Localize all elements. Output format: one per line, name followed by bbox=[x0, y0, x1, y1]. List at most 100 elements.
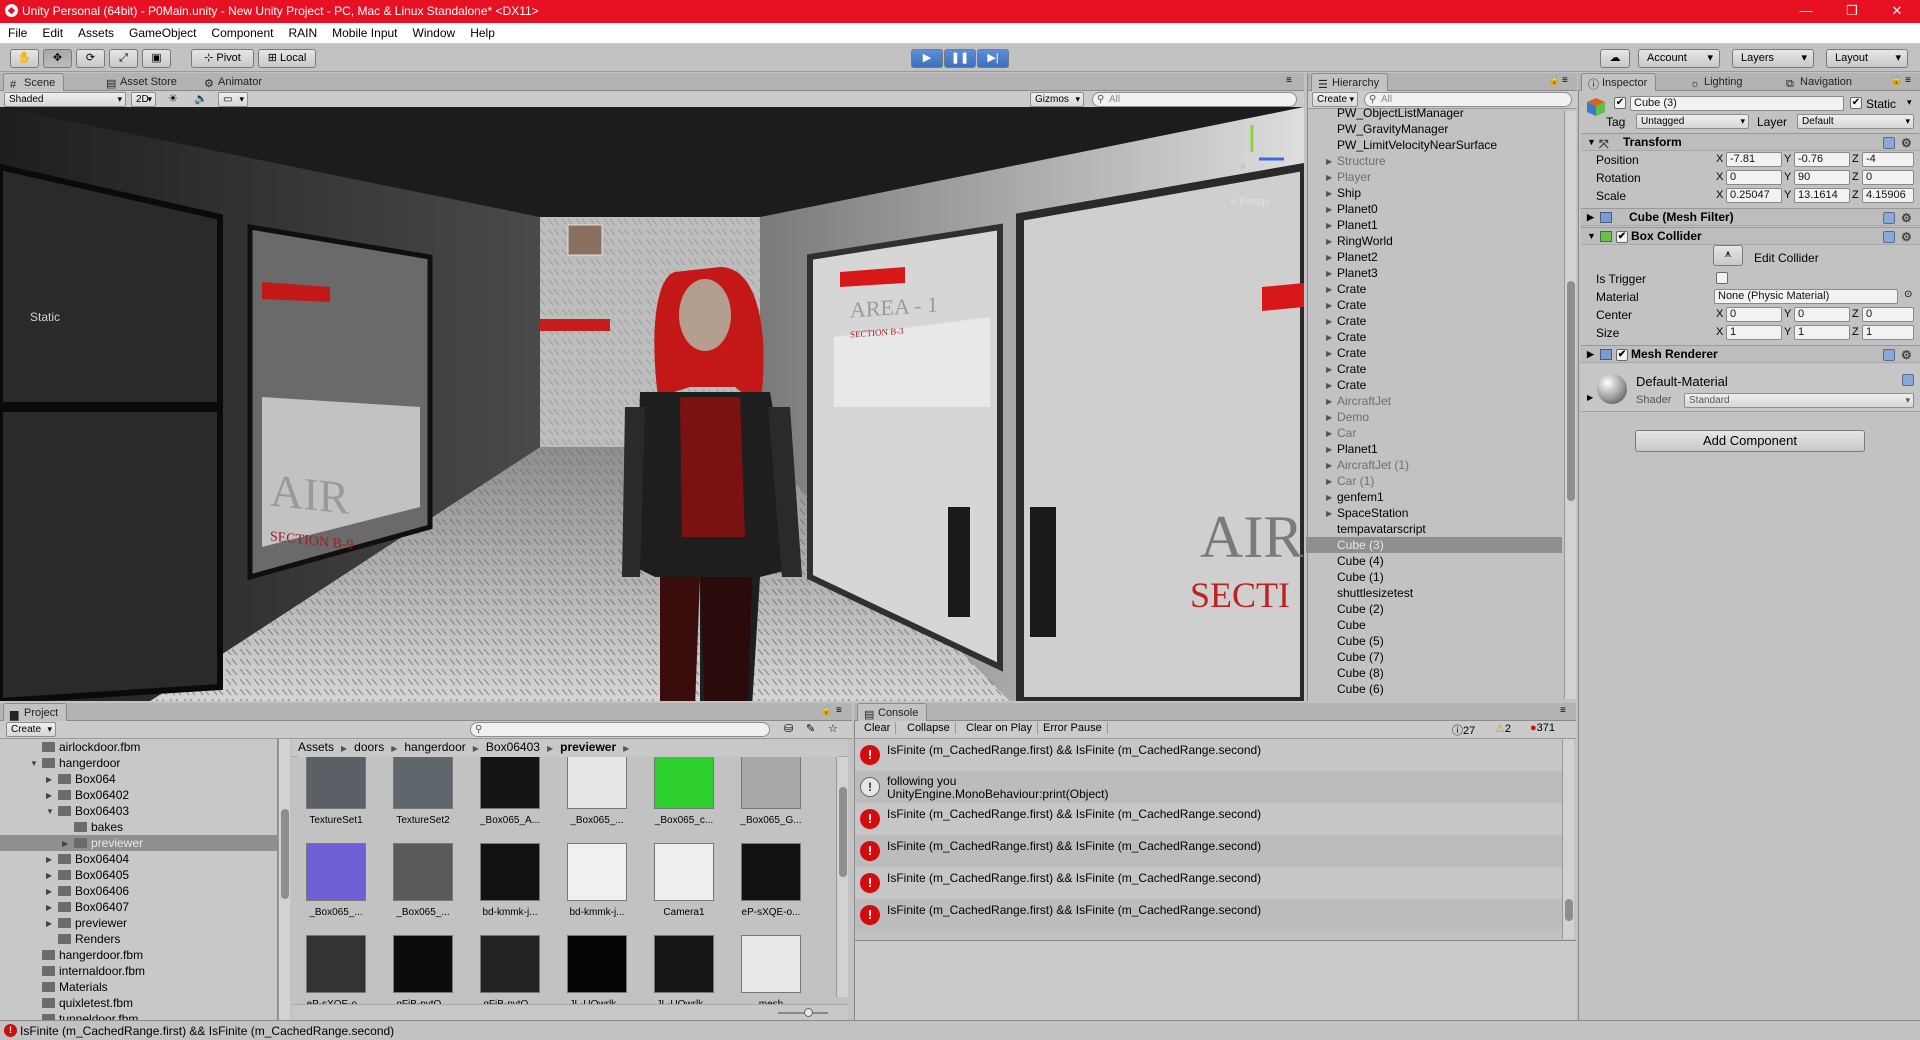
box-collider-enabled-checkbox[interactable]: ✔ bbox=[1616, 231, 1628, 243]
gear-icon[interactable]: ⚙ bbox=[1901, 347, 1912, 364]
tab-animator[interactable]: ⚙ Animator bbox=[198, 73, 270, 91]
foldout-closed-icon[interactable]: ▶ bbox=[1326, 253, 1332, 262]
console-log-row[interactable]: ! following you UnityEngine.MonoBehaviour:… bbox=[855, 771, 1562, 803]
folder-tree-item[interactable]: internaldoor.fbm bbox=[42, 963, 145, 979]
pause-button[interactable]: ❚❚ bbox=[944, 49, 976, 68]
hierarchy-item[interactable]: Planet1 bbox=[1337, 441, 1587, 457]
foldout-closed-icon[interactable]: ▶ bbox=[1326, 477, 1332, 486]
tree-scrollbar[interactable] bbox=[278, 739, 290, 1020]
play-button[interactable]: ▶ bbox=[911, 49, 943, 68]
foldout-closed-icon[interactable]: ▶ bbox=[1326, 509, 1332, 518]
asset-item[interactable]: _Box065_A... bbox=[470, 757, 550, 843]
effects-dropdown[interactable]: ▭ bbox=[218, 92, 248, 107]
hierarchy-item[interactable]: PW_LimitVelocityNearSurface bbox=[1337, 137, 1587, 153]
add-component-button[interactable]: Add Component bbox=[1635, 430, 1865, 452]
box-collider-header[interactable]: ▼ ✔ Box Collider ⚙ bbox=[1581, 227, 1920, 245]
rotate-tool-icon[interactable]: ⟳ bbox=[76, 49, 105, 68]
foldout-closed-icon[interactable]: ▶ bbox=[1326, 381, 1332, 390]
scale-y-field[interactable]: 13.1614 bbox=[1794, 188, 1850, 203]
hierarchy-item[interactable]: Cube (1) bbox=[1337, 569, 1587, 585]
layout-dropdown[interactable]: Layout ▾ bbox=[1826, 49, 1908, 68]
foldout-closed-icon[interactable]: ▶ bbox=[46, 903, 52, 912]
asset-item[interactable]: JL-UOwrlk... bbox=[557, 935, 637, 1007]
folder-tree-item[interactable]: hangerdoor bbox=[42, 755, 120, 771]
asset-item[interactable]: _Box065_... bbox=[296, 843, 376, 935]
panel-menu-icon[interactable]: ≡ bbox=[1560, 705, 1566, 716]
folder-tree-item[interactable]: Materials bbox=[42, 979, 108, 995]
asset-item[interactable]: gFiB-pytQ... bbox=[383, 935, 463, 1007]
console-collapse-toggle[interactable]: Collapse bbox=[902, 722, 956, 734]
hierarchy-item[interactable]: Crate bbox=[1337, 345, 1587, 361]
foldout-closed-icon[interactable]: ▶ bbox=[1326, 333, 1332, 342]
tab-asset-store[interactable]: ▤ Asset Store bbox=[100, 73, 185, 91]
hierarchy-item[interactable]: SpaceStation bbox=[1337, 505, 1587, 521]
tab-project[interactable]: ▆ Project bbox=[3, 703, 68, 721]
audio-toggle-icon[interactable]: 🔈 bbox=[194, 92, 208, 105]
menu-window[interactable]: Window bbox=[405, 23, 463, 40]
folder-tree-item[interactable]: hangerdoor.fbm bbox=[42, 947, 143, 963]
panel-menu-icon[interactable]: ≡ bbox=[1905, 75, 1911, 86]
asset-item[interactable]: bd-kmmk-j... bbox=[557, 843, 637, 935]
tag-dropdown[interactable]: Untagged bbox=[1636, 114, 1749, 129]
folder-tree-item[interactable]: Box06405 bbox=[58, 867, 129, 883]
asset-item[interactable]: eP-sXQE-o... bbox=[296, 935, 376, 1007]
hierarchy-scrollbar[interactable] bbox=[1564, 111, 1576, 699]
foldout-closed-icon[interactable]: ▶ bbox=[46, 887, 52, 896]
gear-icon[interactable]: ⚙ bbox=[1901, 135, 1912, 152]
hierarchy-item[interactable]: Cube (5) bbox=[1337, 633, 1587, 649]
console-log-row[interactable]: ! IsFinite (m_CachedRange.first) && IsFin… bbox=[855, 899, 1562, 931]
folder-tree-item[interactable]: quixletest.fbm bbox=[42, 995, 133, 1011]
restore-icon[interactable]: ❐ bbox=[1829, 0, 1875, 23]
foldout-closed-icon[interactable]: ▶ bbox=[1326, 413, 1332, 422]
lock-icon[interactable]: 🔒 bbox=[1548, 75, 1560, 86]
console-log-row[interactable]: ! IsFinite (m_CachedRange.first) && IsFin… bbox=[855, 835, 1562, 867]
hierarchy-item[interactable]: Cube (4) bbox=[1337, 553, 1587, 569]
physic-material-field[interactable]: None (Physic Material) bbox=[1714, 289, 1898, 304]
scale-x-field[interactable]: 0.25047 bbox=[1726, 188, 1782, 203]
tab-console[interactable]: ▤ Console bbox=[857, 703, 928, 721]
foldout-closed-icon[interactable]: ▶ bbox=[1326, 237, 1332, 246]
foldout-closed-icon[interactable]: ▶ bbox=[1326, 285, 1332, 294]
foldout-closed-icon[interactable]: ▶ bbox=[46, 791, 52, 800]
help-icon[interactable] bbox=[1902, 374, 1914, 386]
foldout-closed-icon[interactable]: ▶ bbox=[1326, 205, 1332, 214]
scale-tool-icon[interactable]: ⤢ bbox=[109, 49, 138, 68]
hierarchy-item[interactable]: Car (1) bbox=[1337, 473, 1587, 489]
hierarchy-item[interactable]: Crate bbox=[1337, 361, 1587, 377]
status-bar[interactable]: ! IsFinite (m_CachedRange.first) && IsFi… bbox=[0, 1020, 1920, 1040]
filter-by-type-icon[interactable]: ⛁ bbox=[784, 722, 793, 735]
size-z-field[interactable]: 1 bbox=[1862, 325, 1914, 340]
panel-menu-icon[interactable]: ≡ bbox=[1562, 75, 1568, 86]
foldout-closed-icon[interactable]: ▶ bbox=[1326, 269, 1332, 278]
object-picker-icon[interactable]: ⊙ bbox=[1904, 289, 1912, 300]
chevron-down-icon[interactable]: ▾ bbox=[1907, 97, 1912, 108]
hand-tool-icon[interactable]: ✋ bbox=[10, 49, 39, 68]
breadcrumb-item[interactable]: Assets bbox=[298, 740, 334, 754]
lock-icon[interactable]: 🔒 bbox=[1890, 75, 1902, 86]
hierarchy-item[interactable]: Crate bbox=[1337, 329, 1587, 345]
hierarchy-item[interactable]: tempavatarscript bbox=[1337, 521, 1587, 537]
info-count-toggle[interactable]: ⓘ27 bbox=[1452, 722, 1475, 738]
breadcrumb-item[interactable]: hangerdoor bbox=[404, 740, 465, 754]
position-z-field[interactable]: -4 bbox=[1862, 152, 1914, 167]
tab-navigation[interactable]: ⧉ Navigation bbox=[1780, 73, 1860, 91]
center-x-field[interactable]: 0 bbox=[1726, 307, 1782, 322]
hierarchy-item[interactable]: Planet1 bbox=[1337, 217, 1587, 233]
scene-view[interactable]: AIR SECTION B-9 AREA - 1 SECTION B-3 AIR… bbox=[0, 107, 1304, 701]
tab-inspector[interactable]: ⓘ Inspector bbox=[1581, 73, 1657, 91]
2d-toggle[interactable]: 2D bbox=[131, 92, 156, 107]
foldout-closed-icon[interactable]: ▶ bbox=[1326, 189, 1332, 198]
edit-collider-button[interactable]: ⩚ bbox=[1713, 245, 1743, 266]
mesh-renderer-enabled-checkbox[interactable]: ✔ bbox=[1616, 349, 1628, 361]
cloud-icon[interactable]: ☁ bbox=[1600, 49, 1630, 68]
hierarchy-item[interactable]: Car bbox=[1337, 425, 1587, 441]
console-log-row[interactable]: ! IsFinite (m_CachedRange.first) && IsFin… bbox=[855, 803, 1562, 835]
thumbnail-size-slider[interactable] bbox=[778, 1012, 828, 1014]
breadcrumb-item[interactable]: Box06403 bbox=[486, 740, 540, 754]
tab-hierarchy[interactable]: ☰ Hierarchy bbox=[1311, 73, 1389, 91]
menu-assets[interactable]: Assets bbox=[70, 23, 121, 40]
help-icon[interactable] bbox=[1883, 212, 1895, 224]
filter-by-label-icon[interactable]: ✎ bbox=[806, 722, 815, 735]
foldout-closed-icon[interactable]: ▶ bbox=[1326, 429, 1332, 438]
help-icon[interactable] bbox=[1883, 137, 1895, 149]
